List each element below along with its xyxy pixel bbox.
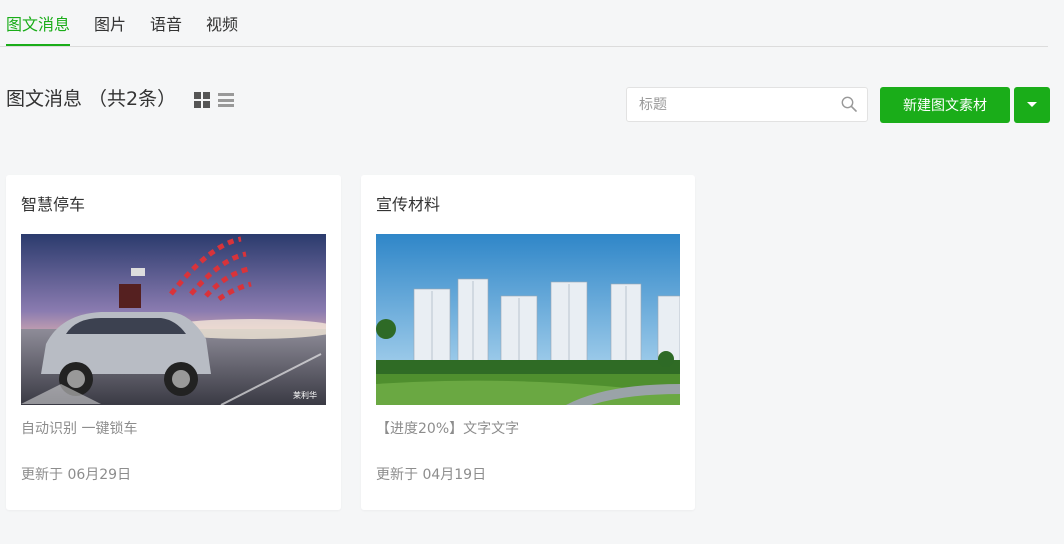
card-cover-image: 莱利华 [21, 234, 326, 405]
tab-voice[interactable]: 语音 [150, 14, 182, 36]
caret-down-icon [1027, 102, 1037, 107]
card-updated-date: 更新于 04月19日 [376, 467, 487, 483]
card-description: 自动识别 一键锁车 [21, 421, 138, 437]
page-title: 图文消息 （共2条） [6, 88, 177, 110]
tab-bar: 图文消息 图片 语音 视频 [0, 0, 1048, 47]
card-title: 宣传材料 [376, 195, 441, 214]
new-article-button[interactable]: 新建图文素材 [880, 87, 1010, 123]
view-switcher [194, 92, 234, 108]
card-updated-date: 更新于 06月29日 [21, 467, 132, 483]
article-card[interactable]: 智慧停车 莱利华 自动识别 一键锁车 更新于 06月29日 [6, 175, 341, 510]
grid-view-icon[interactable] [194, 92, 210, 108]
card-description: 【进度20%】文字文字 [376, 421, 520, 437]
card-cover-image [376, 234, 680, 405]
tab-images[interactable]: 图片 [94, 14, 126, 36]
card-title: 智慧停车 [21, 195, 86, 214]
new-dropdown-button[interactable] [1014, 87, 1050, 123]
search-box [626, 87, 868, 122]
search-icon[interactable] [841, 96, 857, 112]
tab-video[interactable]: 视频 [206, 14, 238, 36]
list-view-icon[interactable] [218, 92, 234, 108]
search-input[interactable] [637, 96, 841, 114]
article-card[interactable]: 宣传材料 【进度20%】文字文字 更新于 04月19日 [361, 175, 695, 510]
tab-news[interactable]: 图文消息 [6, 14, 71, 46]
watermark-text: 莱利华 [293, 390, 317, 400]
